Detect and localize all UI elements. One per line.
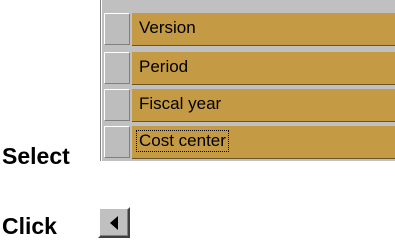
field-label-version: Version — [139, 18, 196, 37]
move-left-button[interactable] — [98, 207, 130, 238]
row-selector-period[interactable] — [104, 52, 130, 84]
field-row-fiscal-year[interactable]: Fiscal year — [104, 89, 395, 123]
field-cell-fiscal-year[interactable]: Fiscal year — [132, 89, 395, 122]
field-label-cost-center: Cost center — [136, 130, 229, 152]
field-row-cost-center[interactable]: Cost center — [104, 126, 395, 160]
field-label-fiscal-year: Fiscal year — [139, 94, 222, 113]
arrow-left-icon — [110, 216, 118, 230]
field-cell-version[interactable]: Version — [132, 13, 395, 46]
row-selector-version[interactable] — [104, 13, 130, 45]
field-cell-cost-center[interactable]: Cost center — [132, 126, 395, 159]
field-row-version[interactable]: Version — [104, 13, 395, 47]
select-instruction: Select — [2, 143, 70, 169]
field-label-period: Period — [139, 57, 189, 76]
field-cell-period[interactable]: Period — [132, 52, 395, 85]
row-selector-fiscal-year[interactable] — [104, 89, 130, 121]
click-instruction: Click — [2, 213, 57, 239]
field-row-period[interactable]: Period — [104, 52, 395, 86]
row-selector-cost-center[interactable] — [104, 126, 130, 158]
